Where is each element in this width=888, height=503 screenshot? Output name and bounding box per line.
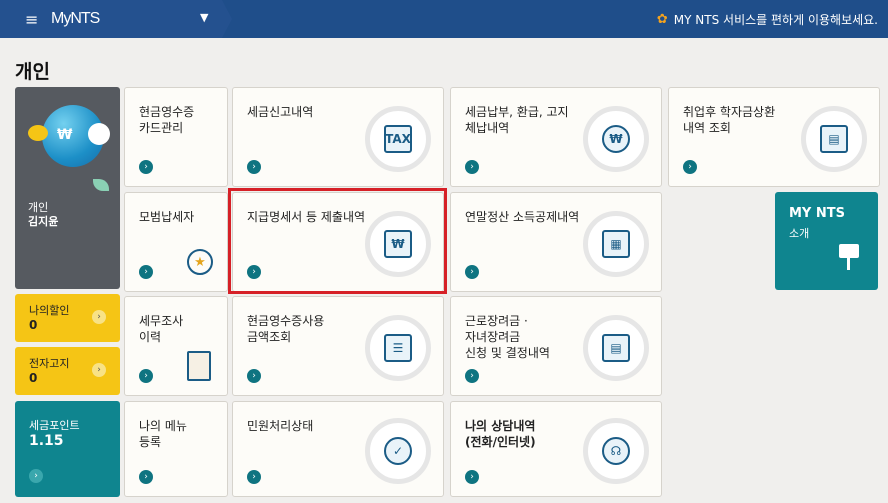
headset-icon: ☊ <box>583 418 649 484</box>
arrow-icon[interactable]: › <box>465 160 479 174</box>
won-symbol: ₩ <box>57 127 73 143</box>
arrow-icon[interactable]: › <box>465 470 479 484</box>
tile-model-taxpayer[interactable]: 모범납세자 › ★ <box>124 192 228 292</box>
tile-earned-income[interactable]: 근로장려금 · 자녀장려금 신청 및 결정내역 › ▤ <box>450 296 662 396</box>
arrow-icon[interactable]: › <box>247 160 261 174</box>
mynts-sub: 소개 <box>789 227 810 240</box>
brand-menu[interactable]: ≡ MyNTS ▼ <box>0 0 222 38</box>
tile-label: 민원처리상태 <box>247 419 314 433</box>
notebook-icon <box>187 351 211 381</box>
signpost-pole <box>847 258 850 270</box>
arrow-icon[interactable]: › <box>139 369 153 383</box>
tax-points-label: 세금포인트 <box>29 419 80 432</box>
dropdown-caret-icon[interactable]: ▼ <box>200 11 208 24</box>
top-notice: ✿ MY NTS 서비스를 편하게 이용해보세요. <box>657 11 878 28</box>
tile-tax-report[interactable]: 세금신고내역 › TAX <box>232 87 444 187</box>
tile-label: 근로장려금 · 자녀장려금 신청 및 결정내역 <box>465 314 550 360</box>
chevron-right-icon[interactable]: › <box>92 310 106 324</box>
signpost-icon <box>839 244 859 258</box>
top-notice-text: MY NTS 서비스를 편하게 이용해보세요. <box>673 13 878 27</box>
flower-icon: ✿ <box>656 12 668 27</box>
tile-label: 나의 상담내역 (전화/인터넷) <box>465 419 536 449</box>
smile-icon <box>88 123 110 145</box>
e-notice-label: 전자고지 <box>29 357 70 370</box>
tile-tax-payment[interactable]: 세금납부, 환급, 고지 체납내역 › ₩ <box>450 87 662 187</box>
section-title: 개인 <box>15 61 50 83</box>
tile-consult[interactable]: 나의 상담내역 (전화/인터넷) › ☊ <box>450 401 662 497</box>
discount-card[interactable]: 나의할인 0 › <box>15 294 120 342</box>
tile-label: 현금영수증사용 금액조회 <box>247 314 325 344</box>
tile-civil[interactable]: 민원처리상태 › ✓ <box>232 401 444 497</box>
arrow-icon[interactable]: › <box>247 369 261 383</box>
arrow-icon[interactable]: › <box>465 265 479 279</box>
discount-value: 0 <box>29 318 38 332</box>
discount-label: 나의할인 <box>29 304 70 317</box>
selected-highlight <box>228 188 447 294</box>
tile-label: 취업후 학자금상환 내역 조회 <box>683 105 776 135</box>
arrow-icon[interactable]: › <box>683 160 697 174</box>
spreadsheet-icon: ▦ <box>583 211 649 277</box>
arrow-icon[interactable]: › <box>139 265 153 279</box>
tile-cash-receipt-use[interactable]: 현금영수증사용 금액조회 › ☰ <box>232 296 444 396</box>
profile-card[interactable]: ₩ 개인 김지윤 <box>15 87 120 289</box>
arrow-icon[interactable]: › <box>29 469 43 483</box>
arrow-icon[interactable]: › <box>247 470 261 484</box>
e-notice-value: 0 <box>29 371 38 385</box>
receipt-icon: ☰ <box>365 315 431 381</box>
hamburger-icon[interactable]: ≡ <box>25 10 45 29</box>
tile-my-menu[interactable]: 나의 메뉴 등록 › <box>124 401 228 497</box>
tile-cash-card[interactable]: 현금영수증 카드관리 › <box>124 87 228 187</box>
tile-audit[interactable]: 세무조사 이력 › <box>124 296 228 396</box>
globe-icon: ₩ <box>28 105 110 167</box>
brand-arrow <box>222 0 232 38</box>
tile-label: 세금신고내역 <box>247 105 314 119</box>
leaf-icon <box>93 179 109 191</box>
arrow-icon[interactable]: › <box>465 369 479 383</box>
tile-year-end[interactable]: 연말정산 소득공제내역 › ▦ <box>450 192 662 292</box>
mynts-intro-card[interactable]: MY NTS 소개 <box>775 192 878 290</box>
tax-document-icon: TAX <box>365 106 431 172</box>
coin-icon <box>28 125 48 141</box>
won-coin-icon: ₩ <box>583 106 649 172</box>
tax-points-card[interactable]: 세금포인트 1.15 › <box>15 401 120 497</box>
top-bar: ≡ MyNTS ▼ ✿ MY NTS 서비스를 편하게 이용해보세요. <box>0 0 888 38</box>
tile-label: 세금납부, 환급, 고지 체납내역 <box>465 105 569 135</box>
arrow-icon[interactable]: › <box>139 470 153 484</box>
mynts-title: MY NTS <box>789 206 845 221</box>
arrow-icon[interactable]: › <box>139 160 153 174</box>
check-circle-icon: ✓ <box>365 418 431 484</box>
medal-icon: ★ <box>187 249 213 275</box>
book-icon: ▤ <box>801 106 867 172</box>
profile-name: 김지윤 <box>28 215 59 228</box>
tax-points-value: 1.15 <box>29 433 64 449</box>
chevron-right-icon[interactable]: › <box>92 363 106 377</box>
brand-title: MyNTS <box>51 10 100 27</box>
e-notice-card[interactable]: 전자고지 0 › <box>15 347 120 395</box>
tile-student-loan[interactable]: 취업후 학자금상환 내역 조회 › ▤ <box>668 87 880 187</box>
open-book-icon: ▤ <box>583 315 649 381</box>
